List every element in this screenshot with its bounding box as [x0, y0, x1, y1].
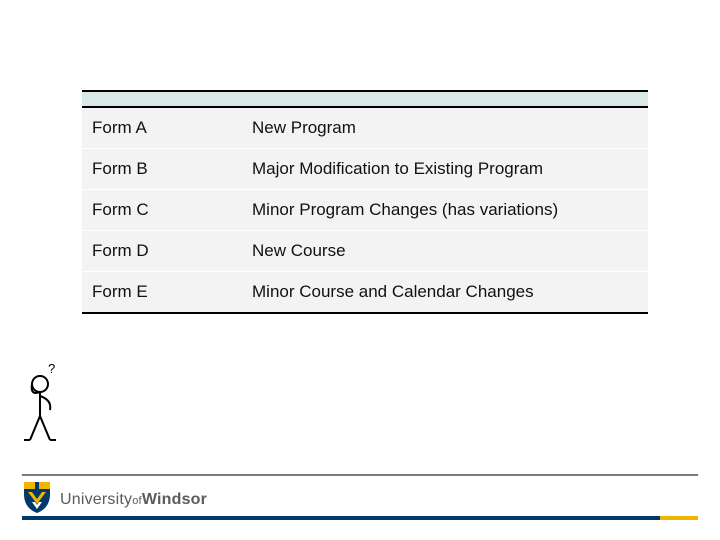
footer-divider-top [22, 474, 698, 476]
table-row: Form C Minor Program Changes (has variat… [82, 190, 648, 231]
logo-text-prefix: University [60, 491, 132, 508]
table-row: Form A New Program [82, 107, 648, 149]
cell-desc: Minor Course and Calendar Changes [242, 272, 648, 314]
footer-divider-bottom [22, 516, 698, 520]
footer: UniversityofWindsor [0, 474, 720, 520]
thinking-person-icon: ? [18, 362, 70, 444]
university-logo: UniversityofWindsor [22, 480, 207, 519]
logo-text-name: Windsor [142, 491, 207, 508]
header-cell-desc [242, 91, 648, 107]
header-cell-form [82, 91, 242, 107]
svg-text:?: ? [48, 362, 55, 376]
footer-accent [660, 516, 698, 520]
table-row: Form E Minor Course and Calendar Changes [82, 272, 648, 314]
cell-desc: New Course [242, 231, 648, 272]
cell-form: Form C [82, 190, 242, 231]
cell-form: Form E [82, 272, 242, 314]
table: Form A New Program Form B Major Modifica… [82, 90, 648, 314]
cell-form: Form D [82, 231, 242, 272]
cell-desc: Minor Program Changes (has variations) [242, 190, 648, 231]
table-header-row [82, 91, 648, 107]
cell-desc: New Program [242, 107, 648, 149]
university-shield-icon [22, 480, 52, 519]
table-row: Form B Major Modification to Existing Pr… [82, 149, 648, 190]
cell-desc: Major Modification to Existing Program [242, 149, 648, 190]
cell-form: Form B [82, 149, 242, 190]
logo-text-of: of [132, 495, 142, 507]
cell-form: Form A [82, 107, 242, 149]
university-name: UniversityofWindsor [60, 491, 207, 509]
table-row: Form D New Course [82, 231, 648, 272]
forms-table: Form A New Program Form B Major Modifica… [82, 90, 648, 314]
